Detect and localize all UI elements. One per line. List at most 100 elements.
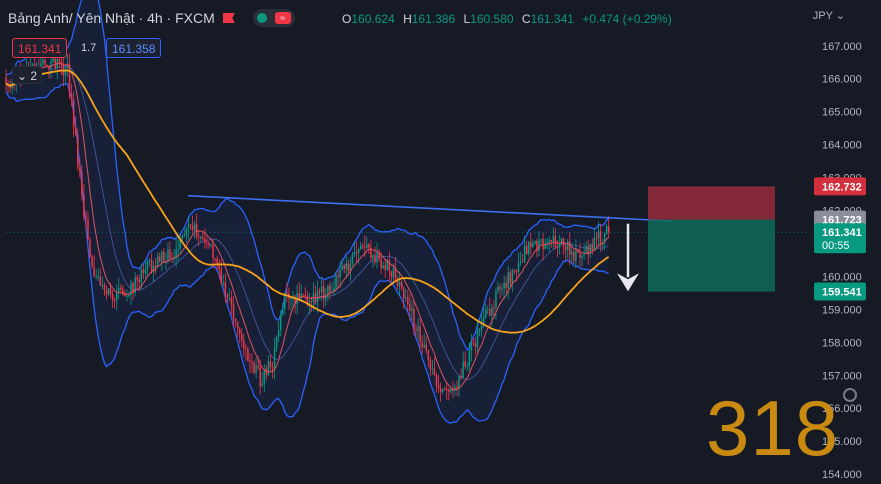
candle-body (573, 251, 575, 261)
candle-body (42, 59, 44, 64)
indicator-count: 2 (30, 69, 38, 83)
candle-body (423, 344, 425, 348)
candle-body (456, 386, 458, 389)
candle-body (474, 343, 477, 347)
candle-body (487, 308, 489, 310)
candle-body (409, 303, 411, 311)
price-tick-label: 159.000 (822, 304, 862, 316)
current-price-label: 161.341 (822, 227, 862, 239)
candle-body (595, 237, 598, 239)
candle-body (405, 297, 407, 299)
chevron-down-icon: ⌄ (16, 69, 28, 83)
stop-loss-zone (648, 186, 775, 220)
symbol-title[interactable]: Bảng Anh/ Yên Nhật · 4h · FXCM (8, 10, 215, 26)
candle-body (118, 287, 120, 292)
candle-body (58, 58, 61, 61)
candle-body (271, 367, 274, 369)
candle-body (93, 266, 95, 277)
candle-body (238, 328, 241, 334)
candle-body (95, 276, 97, 278)
candle-body (316, 290, 319, 303)
gear-icon[interactable] (843, 388, 857, 402)
candle-body (103, 284, 106, 291)
price-tick-label: 165.000 (822, 107, 862, 119)
candle-body (243, 340, 245, 349)
candle-body (407, 297, 409, 304)
candle-body (105, 290, 108, 295)
candle-body (538, 240, 540, 251)
target-price-label: 159.541 (822, 287, 862, 299)
candle-body (443, 388, 446, 390)
high-label: H (403, 12, 412, 26)
candle-body (224, 282, 227, 295)
low-value: 160.580 (470, 12, 514, 26)
candle-body (462, 361, 464, 378)
chart-header: Bảng Anh/ Yên Nhật · 4h · FXCM ≈ (8, 8, 295, 28)
candle-body (374, 255, 376, 263)
candle-body (523, 245, 526, 263)
candle-body (206, 242, 208, 244)
candle-body (70, 94, 73, 101)
candle-body (126, 296, 128, 298)
candle-body (111, 294, 114, 301)
candle-body (413, 308, 415, 330)
sell-button[interactable]: 161.341 (12, 38, 68, 58)
candle-body (372, 255, 374, 259)
flag-icon[interactable] (222, 13, 235, 23)
candle-body (376, 251, 378, 263)
candle-body (177, 248, 179, 250)
candle-body (450, 388, 452, 392)
candle-body (575, 249, 577, 261)
indicators-collapse-button[interactable]: ⌄ 2 (12, 66, 42, 84)
wave-icon: ≈ (274, 12, 291, 24)
candle-body (310, 301, 313, 303)
candle-body (425, 344, 427, 351)
candle-body (454, 386, 456, 391)
candle-body (499, 286, 501, 290)
candle-body (345, 263, 348, 270)
visibility-toggle[interactable]: ≈ (252, 9, 295, 27)
candle-body (107, 288, 110, 295)
price-tick-label: 158.000 (822, 337, 862, 349)
currency-selector[interactable]: JPY ⌄ (813, 9, 845, 22)
candle-body (210, 245, 212, 247)
candle-body (521, 261, 524, 263)
candle-body (491, 307, 493, 316)
buy-button[interactable]: 161.358 (106, 38, 162, 58)
candle-body (261, 383, 263, 387)
candle-body (273, 347, 276, 369)
candle-body (441, 388, 444, 392)
candle-body (429, 359, 432, 370)
candle-body (5, 76, 7, 84)
candle-body (511, 270, 514, 284)
close-value: 161.341 (530, 12, 574, 26)
candle-body (204, 239, 206, 243)
candle-body (109, 288, 112, 295)
candle-body (368, 244, 370, 248)
open-label: O (342, 12, 352, 26)
currency-label: JPY (812, 10, 833, 22)
candle-body (323, 286, 325, 300)
candle-body (468, 350, 471, 367)
candle-body (433, 368, 436, 375)
candle-body (202, 237, 204, 240)
candle-body (505, 282, 507, 288)
candle-body (222, 282, 225, 284)
candle-body (542, 239, 544, 250)
candle-body (581, 255, 583, 258)
candle-body (226, 294, 229, 299)
candle-body (607, 226, 610, 233)
candle-body (519, 261, 522, 264)
candle-body (275, 336, 278, 348)
candle-body (286, 292, 288, 294)
open-value: 160.624 (351, 12, 395, 26)
candle-body (193, 223, 196, 231)
candle-body (120, 287, 122, 290)
candle-body (234, 318, 237, 322)
candle-body (277, 330, 280, 337)
candle-body (460, 375, 462, 378)
candle-body (556, 246, 559, 248)
price-tick-label: 160.000 (822, 271, 862, 283)
candle-body (353, 252, 356, 255)
status-dot-icon (256, 13, 267, 23)
